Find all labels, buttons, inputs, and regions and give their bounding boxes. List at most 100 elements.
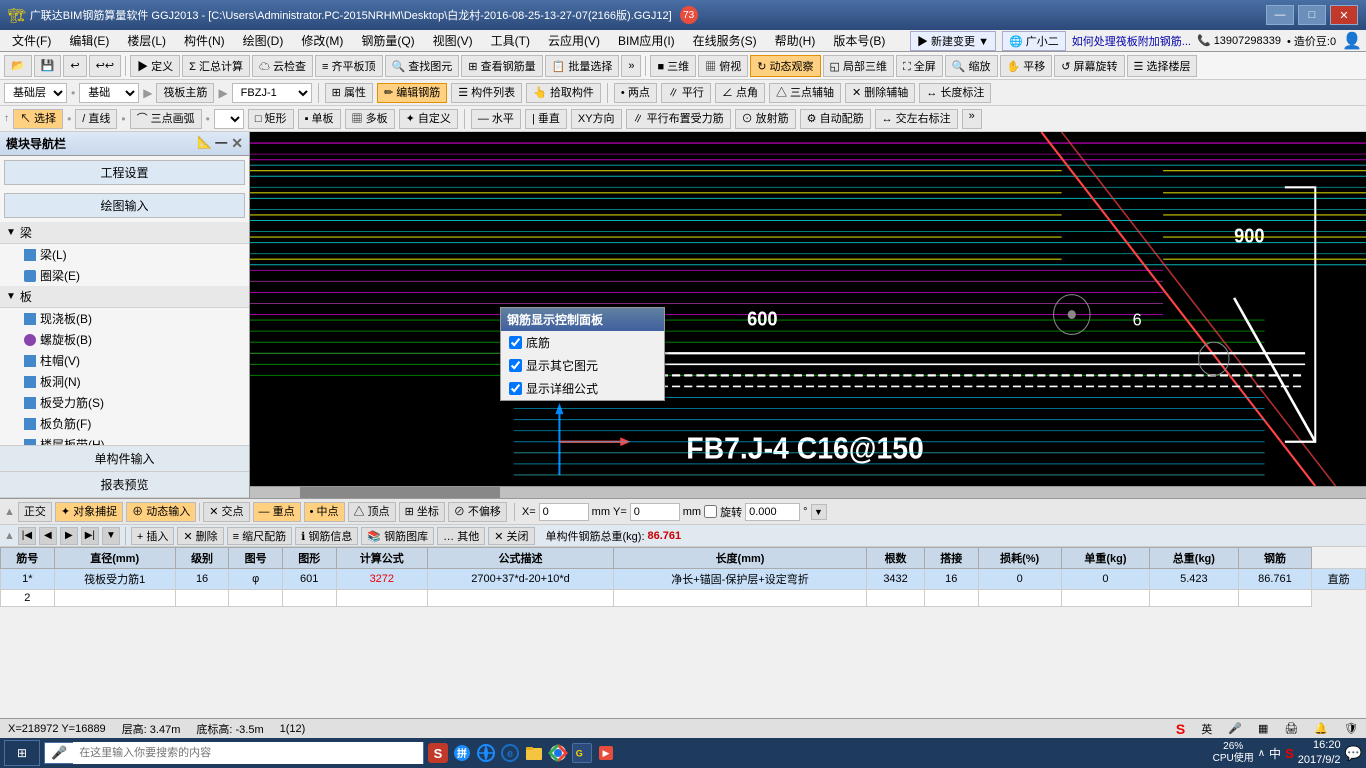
del-aux-btn[interactable]: ✕ 删除辅轴 — [845, 83, 915, 103]
taskbar-app-folder[interactable] — [524, 743, 544, 763]
nav-item-floor-band[interactable]: 楼层板带(H) — [0, 434, 249, 445]
component-list-btn[interactable]: ☰ 构件列表 — [451, 83, 522, 103]
coord-btn[interactable]: ⊞ 坐标 — [399, 502, 445, 522]
sys-tray-expand[interactable]: ∧ — [1258, 748, 1265, 759]
arc-btn[interactable]: ⌒ 三点画弧 — [130, 109, 202, 129]
rect-btn[interactable]: □ 矩形 — [248, 109, 294, 129]
canvas-hscrollbar[interactable] — [250, 486, 1366, 498]
maximize-button[interactable]: □ — [1298, 5, 1326, 25]
dynamic-input-btn[interactable]: ⊕ 动态输入 — [126, 502, 196, 522]
rotate-down-btn[interactable]: ▼ — [811, 504, 827, 520]
lr-mark-btn[interactable]: ↔ 交左右标注 — [875, 109, 958, 129]
save-btn[interactable]: 💾 — [34, 55, 62, 77]
help-link[interactable]: 如何处理筏板附加钢筋... — [1072, 33, 1191, 49]
three-aux-btn[interactable]: △ 三点辅轴 — [769, 83, 841, 103]
report-preview-btn[interactable]: 报表预览 — [0, 472, 249, 498]
table-row[interactable]: 1* 筏板受力筋1 16 φ 601 3272 2700+37*d-20+10*… — [1, 569, 1366, 590]
notification-btn[interactable]: 💬 — [1345, 745, 1362, 762]
single-slab-btn[interactable]: ▪ 单板 — [298, 109, 341, 129]
select-floor-btn[interactable]: ☰ 选择楼层 — [1127, 55, 1198, 77]
taskbar-app-ie[interactable]: e — [500, 743, 520, 763]
x-input[interactable] — [539, 503, 589, 521]
parallel-rebar-btn[interactable]: ∥ 平行布置受力筋 — [626, 109, 731, 129]
taskbar-app-chrome[interactable] — [548, 743, 568, 763]
window-controls[interactable]: — □ ✕ — [1266, 5, 1358, 25]
rotate-input[interactable] — [745, 503, 800, 521]
menu-floor[interactable]: 楼层(L) — [119, 30, 174, 51]
nav-group-slab[interactable]: ▼板 — [0, 286, 249, 308]
nav-item-circle-beam[interactable]: 圈梁(E) — [0, 265, 249, 286]
taskbar-search-input[interactable] — [73, 742, 423, 764]
project-setup-btn[interactable]: 工程设置 — [4, 160, 245, 185]
other-btn[interactable]: … 其他 — [437, 527, 485, 545]
orthogonal-btn[interactable]: 正交 — [18, 502, 52, 522]
open-btn[interactable]: 📂 — [4, 55, 32, 77]
taskbar-app-extra[interactable]: ▶ — [596, 743, 616, 763]
view-rebar-btn[interactable]: ⊞ 查看钢筋量 — [461, 55, 542, 77]
menu-component[interactable]: 构件(N) — [176, 30, 233, 51]
taskbar-app-ggj[interactable]: G — [572, 743, 592, 763]
menu-view[interactable]: 视图(V) — [425, 30, 481, 51]
menu-draw[interactable]: 绘图(D) — [235, 30, 292, 51]
more-btn[interactable]: » — [621, 55, 641, 77]
menu-help[interactable]: 帮助(H) — [767, 30, 824, 51]
top-view-btn[interactable]: ▦ 俯视 — [698, 55, 748, 77]
find-element-btn[interactable]: 🔍 查找图元 — [385, 55, 460, 77]
nav-item-col-cap[interactable]: 柱帽(V) — [0, 350, 249, 371]
zoom-btn[interactable]: 🔍 缩放 — [945, 55, 998, 77]
calculate-btn[interactable]: Σ 汇总计算 — [182, 55, 250, 77]
rebar-main-btn[interactable]: 筏板主筋 — [156, 83, 214, 103]
canvas-area[interactable]: 600 6 900 FB7.J-4 C16@150 — [250, 132, 1366, 486]
menu-tools[interactable]: 工具(T) — [483, 30, 538, 51]
vertical-btn[interactable]: | 垂直 — [525, 109, 567, 129]
taskbar-app-browser[interactable] — [476, 743, 496, 763]
auto-config-btn[interactable]: ⚙ 自动配筋 — [800, 109, 871, 129]
nav-last-btn[interactable]: ▶| — [81, 527, 99, 545]
nav-item-cast-slab[interactable]: 现浇板(B) — [0, 308, 249, 329]
menu-version[interactable]: 版本号(B) — [825, 30, 893, 51]
cb-show-others[interactable]: 显示其它图元 — [501, 354, 664, 377]
align-top-btn[interactable]: ≡ 齐平板顶 — [315, 55, 382, 77]
menu-online[interactable]: 在线服务(S) — [685, 30, 765, 51]
menu-bim[interactable]: BIM应用(I) — [610, 30, 683, 51]
length-mark-btn[interactable]: ↔ 长度标注 — [919, 83, 991, 103]
nav-item-beam-l[interactable]: 梁(L) — [0, 244, 249, 265]
menu-edit[interactable]: 编辑(E) — [61, 30, 117, 51]
scale-rebar-btn[interactable]: ≡ 缩尺配筋 — [227, 527, 292, 545]
menu-file[interactable]: 文件(F) — [4, 30, 59, 51]
rotate-checkbox[interactable] — [704, 505, 717, 518]
angle-btn[interactable]: ∠ 点角 — [715, 83, 765, 103]
nav-item-slab-hole[interactable]: 板洞(N) — [0, 371, 249, 392]
nav-item-slab-neg-rebar[interactable]: 板负筋(F) — [0, 413, 249, 434]
minimize-button[interactable]: — — [1266, 5, 1294, 25]
define-btn[interactable]: ▶ 定义 — [130, 55, 180, 77]
new-change-btn[interactable]: ▶ 新建变更 ▼ — [910, 31, 996, 51]
line-btn[interactable]: / 直线 — [75, 109, 117, 129]
table-row-2[interactable]: 2 — [1, 590, 1366, 607]
layer-type-dropdown[interactable]: 基础 — [79, 83, 139, 103]
nav-close-btn[interactable]: ✕ — [231, 135, 243, 152]
nav-next-btn[interactable]: ▶ — [60, 527, 78, 545]
menu-modify[interactable]: 修改(M) — [293, 30, 351, 51]
fbzj-dropdown[interactable]: FBZJ-1 — [232, 83, 312, 103]
multi-slab-btn[interactable]: ▦ 多板 — [345, 109, 395, 129]
nav-item-spiral-slab[interactable]: 螺旋板(B) — [0, 329, 249, 350]
cb-show-formula[interactable]: 显示详细公式 — [501, 377, 664, 400]
horizontal-btn[interactable]: — 水平 — [471, 109, 521, 129]
no-offset-btn[interactable]: ⊘ 不偏移 — [448, 502, 507, 522]
nav-group-beam[interactable]: ▼梁 — [0, 222, 249, 244]
layer-dropdown[interactable]: 基础层 — [4, 83, 67, 103]
custom-btn[interactable]: ✦ 自定义 — [399, 109, 458, 129]
screen-rotate-btn[interactable]: ↺ 屏幕旋转 — [1054, 55, 1124, 77]
pan-btn[interactable]: ✋ 平移 — [1000, 55, 1053, 77]
y-input[interactable] — [630, 503, 680, 521]
rebar-library-btn[interactable]: 📚 钢筋图库 — [361, 527, 434, 545]
properties-btn[interactable]: ⊞ 属性 — [325, 83, 373, 103]
midpoint-btn[interactable]: — 重点 — [253, 502, 301, 522]
center-btn[interactable]: • 中点 — [304, 502, 345, 522]
menu-rebar-qty[interactable]: 钢筋量(Q) — [353, 30, 422, 51]
nav-first-btn[interactable]: |◀ — [18, 527, 36, 545]
delete-btn[interactable]: ✕ 删除 — [177, 527, 223, 545]
edit-rebar-btn[interactable]: ✏ 编辑钢筋 — [377, 83, 447, 103]
taskbar-app-sougou[interactable]: S — [428, 743, 448, 763]
